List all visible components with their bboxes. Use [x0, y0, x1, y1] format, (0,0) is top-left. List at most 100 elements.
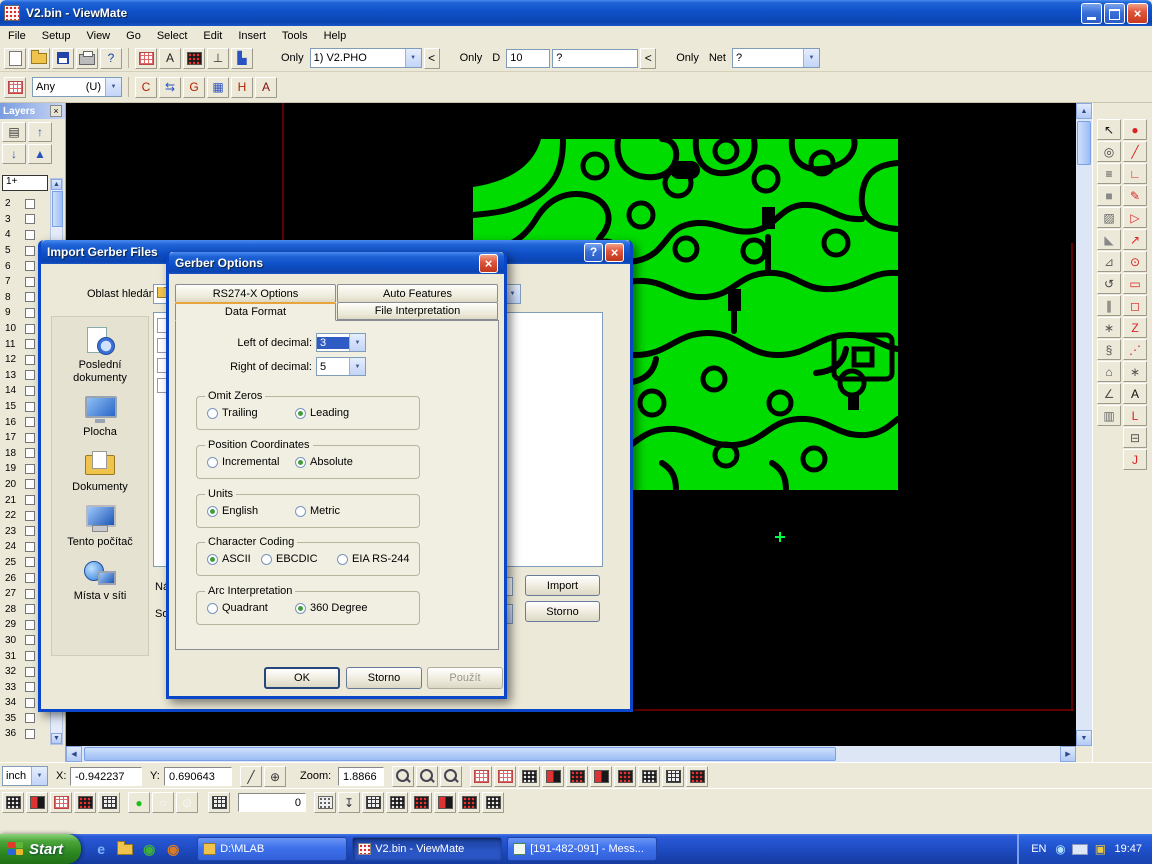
import-button[interactable]: Import: [525, 575, 600, 596]
pattern-b5-icon[interactable]: [458, 792, 480, 813]
layer-checkbox-12[interactable]: [25, 355, 35, 365]
center-tool-icon[interactable]: C: [135, 77, 157, 98]
layer-checkbox-32[interactable]: [25, 667, 35, 677]
layer-checkbox-11[interactable]: [25, 339, 35, 349]
explorer-folder-icon[interactable]: [115, 838, 135, 860]
layer-checkbox-15[interactable]: [25, 402, 35, 412]
dcode-input[interactable]: 10: [506, 49, 550, 68]
close-button[interactable]: ×: [1127, 3, 1148, 24]
right-of-decimal-combo[interactable]: 5: [316, 357, 366, 376]
menu-tools[interactable]: Tools: [274, 28, 316, 44]
place-my-computer[interactable]: Tento počítač: [52, 503, 148, 549]
layer-checkbox-3[interactable]: [25, 214, 35, 224]
layer-row-2[interactable]: 2: [0, 196, 50, 212]
pattern-dark5-icon[interactable]: [614, 766, 636, 787]
language-indicator[interactable]: EN: [1031, 843, 1046, 855]
layer-checkbox-19[interactable]: [25, 464, 35, 474]
start-button[interactable]: Start: [0, 834, 81, 864]
chevron-down-icon[interactable]: [803, 49, 819, 67]
tray-shield-icon[interactable]: ▣: [1092, 839, 1108, 859]
parallel-tool-icon[interactable]: ∥: [1097, 295, 1121, 316]
radio-leading[interactable]: Leading: [295, 407, 349, 419]
radio-metric[interactable]: Metric: [295, 505, 340, 517]
layer-checkbox-24[interactable]: [25, 542, 35, 552]
layer-table-icon[interactable]: ▤: [2, 122, 26, 142]
dcode-table-icon[interactable]: [135, 48, 157, 69]
layer-checkbox-18[interactable]: [25, 448, 35, 458]
pattern-b6-icon[interactable]: [482, 792, 504, 813]
cancel-button[interactable]: Storno: [525, 601, 600, 622]
cancel-button[interactable]: Storno: [346, 667, 422, 689]
rotate-tool-icon[interactable]: ↺: [1097, 273, 1121, 294]
scroll-down-icon[interactable]: [51, 733, 62, 744]
layer-checkbox-34[interactable]: [25, 698, 35, 708]
draw-tool-icon[interactable]: ✎: [1123, 185, 1147, 206]
status-led-icon[interactable]: ●: [128, 792, 150, 813]
pattern-b1-icon[interactable]: [362, 792, 384, 813]
place-desktop[interactable]: Plocha: [52, 393, 148, 439]
vector-tool-icon[interactable]: ↗: [1123, 229, 1147, 250]
pattern-tool-icon[interactable]: ▥: [1097, 405, 1121, 426]
filled-mode-icon[interactable]: ■: [1097, 185, 1121, 206]
browser-app-icon[interactable]: ◉: [163, 838, 183, 860]
layer-checkbox-27[interactable]: [25, 589, 35, 599]
chevron-down-icon[interactable]: [349, 358, 365, 375]
layer-checkbox-10[interactable]: [25, 324, 35, 334]
chevron-down-icon[interactable]: [349, 334, 365, 351]
hatch-mode-icon[interactable]: ▨: [1097, 207, 1121, 228]
layer-checkbox-31[interactable]: [25, 651, 35, 661]
layer-flag-icon[interactable]: [4, 77, 26, 98]
dot-grid-icon[interactable]: [314, 792, 336, 813]
open-file-icon[interactable]: [28, 48, 50, 69]
layer-stack-icon[interactable]: ≡: [1097, 163, 1121, 184]
layer-checkbox-13[interactable]: [25, 370, 35, 380]
pad-tool-icon[interactable]: ●: [1123, 119, 1147, 140]
scrollbar-thumb[interactable]: [52, 191, 63, 227]
anchor-icon[interactable]: ↧: [338, 792, 360, 813]
tray-keyboard-icon[interactable]: [1072, 839, 1088, 859]
statistics-icon[interactable]: ▙: [231, 48, 253, 69]
radio-ascii[interactable]: ASCII: [207, 553, 261, 565]
home-tool-icon[interactable]: ⌂: [1097, 361, 1121, 382]
j-tool-icon[interactable]: J: [1123, 449, 1147, 470]
square-tool-icon[interactable]: ◻: [1123, 295, 1147, 316]
menu-help[interactable]: Help: [316, 28, 355, 44]
rect-tool-icon[interactable]: ▭: [1123, 273, 1147, 294]
apply-button[interactable]: Použít: [427, 667, 503, 689]
scrollbar-thumb[interactable]: [84, 747, 836, 761]
radio-ebcdic[interactable]: EBCDIC: [261, 553, 337, 565]
line-tool-icon[interactable]: ╱: [1123, 141, 1147, 162]
chevron-down-icon[interactable]: [31, 767, 47, 785]
place-documents[interactable]: Dokumenty: [52, 448, 148, 494]
dialog-titlebar[interactable]: Gerber Options: [169, 252, 504, 274]
layer-checkbox-36[interactable]: [25, 729, 35, 739]
layers-panel-header[interactable]: Layers ×: [0, 103, 65, 119]
triangle-tool-icon[interactable]: ▷: [1123, 207, 1147, 228]
menu-file[interactable]: File: [0, 28, 34, 44]
zoom-window-icon[interactable]: ◎: [1097, 141, 1121, 162]
previous-dcode-button[interactable]: <: [640, 48, 656, 69]
layer-top-icon[interactable]: ▲: [28, 144, 52, 164]
horizontal-scrollbar[interactable]: [66, 746, 1076, 762]
pattern-dark6-icon[interactable]: [638, 766, 660, 787]
menu-insert[interactable]: Insert: [230, 28, 274, 44]
tray-network-icon[interactable]: ◉: [1052, 839, 1068, 859]
radio-incremental[interactable]: Incremental: [207, 456, 295, 468]
apertures-tool-icon[interactable]: A: [255, 77, 277, 98]
tab-data-format[interactable]: Data Format: [175, 302, 336, 321]
layer-checkbox-33[interactable]: [25, 682, 35, 692]
layer-checkbox-7[interactable]: [25, 277, 35, 287]
layer-checkbox-26[interactable]: [25, 573, 35, 583]
layer-checkbox-21[interactable]: [25, 495, 35, 505]
section-tool-icon[interactable]: §: [1097, 339, 1121, 360]
layer-checkbox-16[interactable]: [25, 417, 35, 427]
layer-checkbox-25[interactable]: [25, 557, 35, 567]
angle-measure-icon[interactable]: ∠: [1097, 383, 1121, 404]
grid-red-icon[interactable]: [470, 766, 492, 787]
dots-tool-icon[interactable]: ⋰: [1123, 339, 1147, 360]
minimize-button[interactable]: [1081, 3, 1102, 24]
zoom-page-icon[interactable]: [416, 766, 438, 787]
outline-mode-icon[interactable]: [686, 766, 708, 787]
dcode-query-input[interactable]: ?: [552, 49, 638, 68]
layer-checkbox-2[interactable]: [25, 199, 35, 209]
